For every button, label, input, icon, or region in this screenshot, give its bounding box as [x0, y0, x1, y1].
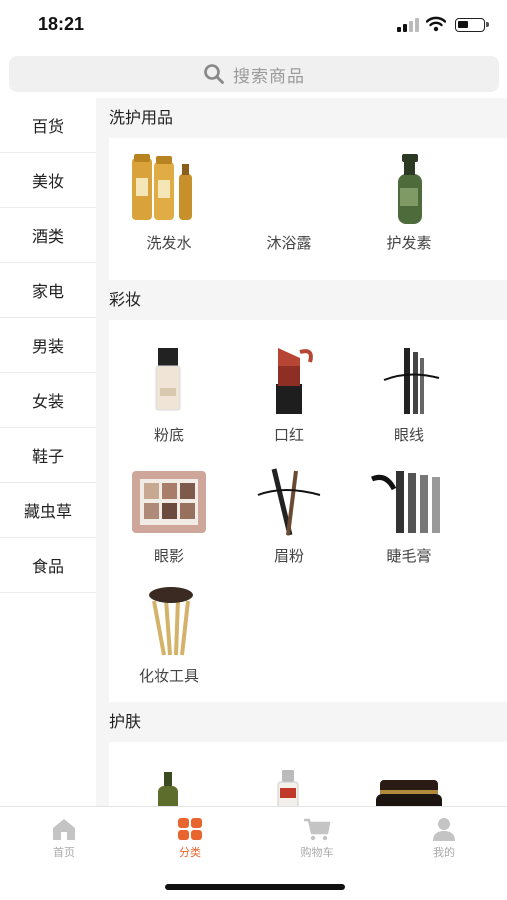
- product-item[interactable]: [349, 768, 469, 806]
- battery-icon: [455, 18, 489, 32]
- product-item[interactable]: 眉粉: [229, 461, 349, 581]
- essence-image: [277, 770, 299, 806]
- tab-label: 分类: [179, 846, 201, 859]
- body-wash-image: [244, 148, 334, 228]
- serum-image: [158, 772, 178, 806]
- product-label: 沐浴露: [266, 234, 312, 252]
- tab-label: 我的: [433, 846, 455, 859]
- category-item[interactable]: 藏虫草: [0, 483, 96, 538]
- category-icon: [178, 818, 202, 840]
- wifi-icon: [426, 16, 446, 32]
- makeup-brush-image: [149, 587, 193, 656]
- status-bar: 18:21: [0, 0, 507, 50]
- product-item[interactable]: 眼线: [349, 340, 469, 460]
- search-placeholder: 搜索商品: [233, 66, 305, 86]
- category-item[interactable]: 美妆: [0, 153, 96, 208]
- product-item[interactable]: 沐浴露: [229, 148, 349, 268]
- foundation-image: [155, 348, 181, 411]
- search-icon: [204, 64, 224, 84]
- category-item[interactable]: 女装: [0, 373, 96, 428]
- tab-cart[interactable]: 购物车: [267, 817, 367, 860]
- tab-category[interactable]: 分类: [140, 817, 240, 860]
- product-label: 睫毛膏: [386, 546, 432, 565]
- section-title: 护肤: [96, 702, 507, 742]
- product-item[interactable]: 护发素: [349, 148, 469, 268]
- product-label: 眉粉: [273, 546, 304, 565]
- eyeliner-image: [383, 348, 440, 414]
- category-item[interactable]: 酒类: [0, 208, 96, 263]
- tab-label: 首页: [53, 846, 75, 859]
- product-item[interactable]: 化妆工具: [109, 581, 229, 701]
- shampoo-image: [132, 154, 192, 220]
- category-item[interactable]: 男装: [0, 318, 96, 373]
- product-label: 洗发水: [146, 234, 192, 252]
- category-sidebar: 百货 美妆 酒类 家电 男装 女装 鞋子 藏虫草 食品: [0, 98, 96, 806]
- mascara-image: [371, 470, 440, 533]
- cream-jar-image: [376, 780, 442, 806]
- category-item[interactable]: 百货: [0, 98, 96, 153]
- product-label: 护发素: [386, 234, 432, 252]
- cart-icon: [304, 818, 331, 841]
- status-time: 18:21: [38, 14, 85, 34]
- home-icon: [53, 819, 75, 840]
- eyebrow-image: [257, 468, 321, 536]
- product-item[interactable]: 睫毛膏: [349, 461, 469, 581]
- section-body: [109, 742, 507, 806]
- product-label: 化妆工具: [138, 667, 199, 686]
- section-body: 粉底 口红 眼线 眼影 眉粉 睫毛膏 化妆工具: [109, 320, 507, 702]
- category-item[interactable]: 食品: [0, 538, 96, 593]
- product-item[interactable]: 洗发水: [109, 148, 229, 268]
- product-panel: 洗护用品 洗发水 沐浴露 护发素 彩妆 粉底 口红 眼线 眼影 眉粉 睫毛膏 化…: [96, 98, 507, 806]
- product-label: 眼影: [153, 546, 184, 565]
- product-label: 眼线: [393, 426, 424, 444]
- tab-profile[interactable]: 我的: [394, 817, 494, 860]
- section-title: 彩妆: [96, 280, 507, 320]
- product-label: 粉底: [153, 426, 184, 444]
- product-label: 口红: [273, 426, 304, 444]
- section-body: 洗发水 沐浴露 护发素: [109, 138, 507, 280]
- user-icon: [433, 818, 455, 841]
- home-indicator[interactable]: [165, 884, 345, 890]
- category-item[interactable]: 家电: [0, 263, 96, 318]
- product-item[interactable]: 粉底: [109, 340, 229, 460]
- category-item[interactable]: 鞋子: [0, 428, 96, 483]
- product-item[interactable]: 口红: [229, 340, 349, 460]
- product-item[interactable]: [109, 768, 229, 806]
- product-item[interactable]: 眼影: [109, 461, 229, 581]
- eyeshadow-image: [132, 470, 206, 533]
- cellular-signal-icon: [397, 18, 419, 32]
- conditioner-image: [398, 154, 422, 224]
- product-item[interactable]: [229, 768, 349, 806]
- section-title: 洗护用品: [96, 98, 507, 138]
- lipstick-image: [276, 348, 313, 414]
- tab-home[interactable]: 首页: [14, 817, 114, 860]
- search-bar[interactable]: 搜索商品: [9, 56, 499, 92]
- tab-label: 购物车: [300, 846, 334, 859]
